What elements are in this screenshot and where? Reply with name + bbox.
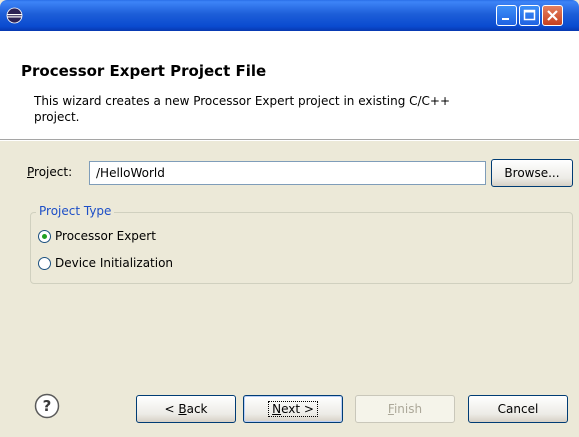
project-type-group [30, 212, 573, 284]
radio-unselected-icon[interactable] [38, 256, 51, 270]
question-icon[interactable]: ? [34, 393, 60, 419]
radio-selected-icon[interactable] [38, 229, 51, 243]
maximize-icon [523, 9, 536, 21]
next-button[interactable]: Next > [243, 395, 343, 423]
minimize-button[interactable] [496, 5, 517, 26]
header-divider [0, 140, 579, 141]
minimize-icon [502, 18, 509, 20]
cancel-button[interactable]: Cancel [468, 395, 568, 423]
radio-device-initialization[interactable]: Device Initialization [38, 256, 173, 270]
project-type-legend: Project Type [36, 204, 115, 218]
radio-label: Device Initialization [55, 256, 174, 270]
wizard-title: Processor Expert Project File [21, 62, 267, 80]
title-bar[interactable] [0, 0, 579, 31]
wizard-header: Processor Expert Project File This wizar… [0, 31, 579, 140]
maximize-button[interactable] [519, 5, 540, 26]
wizard-description: This wizard creates a new Processor Expe… [34, 94, 451, 124]
project-input[interactable] [89, 161, 486, 185]
back-button[interactable]: < Back [136, 395, 236, 423]
eclipse-icon [6, 7, 23, 24]
radio-label: Processor Expert [55, 229, 156, 243]
project-label: Project: [27, 165, 73, 179]
radio-processor-expert[interactable]: Processor Expert [38, 229, 156, 243]
close-icon [547, 10, 558, 21]
finish-button[interactable]: Finish [355, 395, 455, 423]
close-button[interactable] [542, 5, 563, 26]
svg-text:?: ? [43, 397, 52, 415]
browse-button[interactable]: Browse... [491, 159, 573, 187]
